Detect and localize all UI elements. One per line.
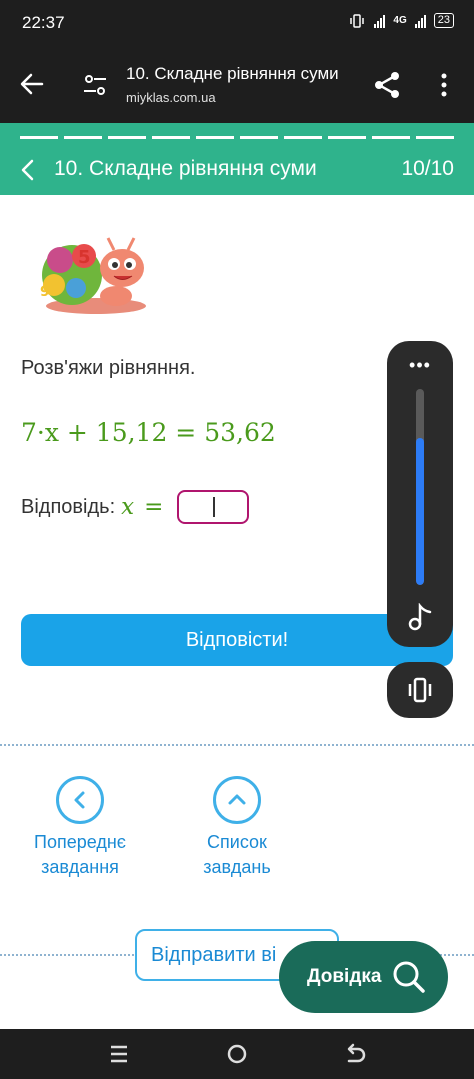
equation: 7·x + 15,12 = 53,62 bbox=[21, 418, 276, 447]
progress-bar bbox=[20, 136, 454, 139]
progress-segment bbox=[372, 136, 410, 139]
answer-input[interactable] bbox=[177, 490, 250, 524]
search-icon bbox=[393, 961, 425, 993]
progress-segment bbox=[284, 136, 322, 139]
previous-task-line1: Попереднє bbox=[34, 832, 126, 852]
answer-label: Відповідь: bbox=[21, 495, 116, 518]
quiz-header: 10. Складне рівняння суми 10/10 bbox=[0, 123, 474, 195]
svg-text:9: 9 bbox=[40, 284, 50, 300]
progress-segment bbox=[328, 136, 366, 139]
status-time: 22:37 bbox=[22, 13, 65, 32]
task-list-line2: завдань bbox=[203, 857, 271, 877]
progress-segment bbox=[416, 136, 454, 139]
chevron-up-icon bbox=[213, 776, 261, 824]
system-nav-bar bbox=[0, 1029, 474, 1079]
svg-text:5: 5 bbox=[78, 247, 91, 268]
answer-variable: x bbox=[121, 494, 135, 520]
battery-icon: 23 bbox=[433, 13, 454, 28]
browser-toolbar: 10. Складне рівняння суми miyklas.com.ua bbox=[0, 46, 474, 123]
help-button[interactable]: Довідка bbox=[279, 941, 448, 1013]
back-arrow-icon[interactable] bbox=[16, 68, 48, 100]
more-icon[interactable]: ••• bbox=[387, 355, 453, 376]
signal-icon bbox=[374, 14, 386, 28]
home-icon[interactable] bbox=[224, 1041, 250, 1067]
quiz-title: 10. Складне рівняння суми bbox=[54, 157, 317, 180]
progress-segment bbox=[108, 136, 146, 139]
task-list-link[interactable]: Список завдань bbox=[162, 776, 312, 880]
answer-row: Відповідь: x = bbox=[21, 490, 250, 524]
progress-segment bbox=[152, 136, 190, 139]
volume-level bbox=[416, 438, 424, 585]
share-icon[interactable] bbox=[370, 68, 404, 102]
signal-icon-2 bbox=[414, 14, 426, 28]
previous-task-link[interactable]: Попереднє завдання bbox=[5, 776, 155, 880]
progress-segment bbox=[64, 136, 102, 139]
vibrate-icon bbox=[408, 677, 432, 703]
previous-task-line2: завдання bbox=[41, 857, 119, 877]
answer-equals: = bbox=[144, 494, 164, 520]
browser-page-title: 10. Складне рівняння суми bbox=[126, 64, 339, 83]
recent-apps-icon[interactable] bbox=[106, 1041, 132, 1067]
task-list-line1: Список bbox=[207, 832, 267, 852]
volume-panel: ••• bbox=[387, 341, 453, 647]
vibrate-status-icon bbox=[350, 13, 365, 28]
progress-segment bbox=[240, 136, 278, 139]
snail-mascot-image: 5 9 bbox=[40, 237, 146, 314]
more-vertical-icon[interactable] bbox=[432, 70, 456, 100]
status-icons: 4G 23 bbox=[348, 13, 454, 28]
status-bar: 22:37 4G 23 bbox=[0, 0, 474, 46]
help-label: Довідка bbox=[307, 966, 382, 987]
task-prompt: Розв'яжи рівняння. bbox=[21, 357, 196, 379]
progress-segment bbox=[196, 136, 234, 139]
music-note-icon[interactable] bbox=[407, 603, 433, 631]
divider bbox=[0, 744, 474, 746]
quiz-counter: 10/10 bbox=[401, 157, 454, 180]
chevron-left-icon bbox=[56, 776, 104, 824]
vibrate-button[interactable] bbox=[387, 662, 453, 718]
browser-url[interactable]: miyklas.com.ua bbox=[126, 90, 216, 105]
network-type: 4G bbox=[393, 15, 407, 26]
site-settings-icon[interactable] bbox=[80, 70, 110, 100]
volume-slider[interactable] bbox=[416, 389, 424, 585]
chevron-left-icon[interactable] bbox=[16, 156, 40, 184]
back-icon[interactable] bbox=[342, 1041, 368, 1067]
progress-segment bbox=[20, 136, 58, 139]
